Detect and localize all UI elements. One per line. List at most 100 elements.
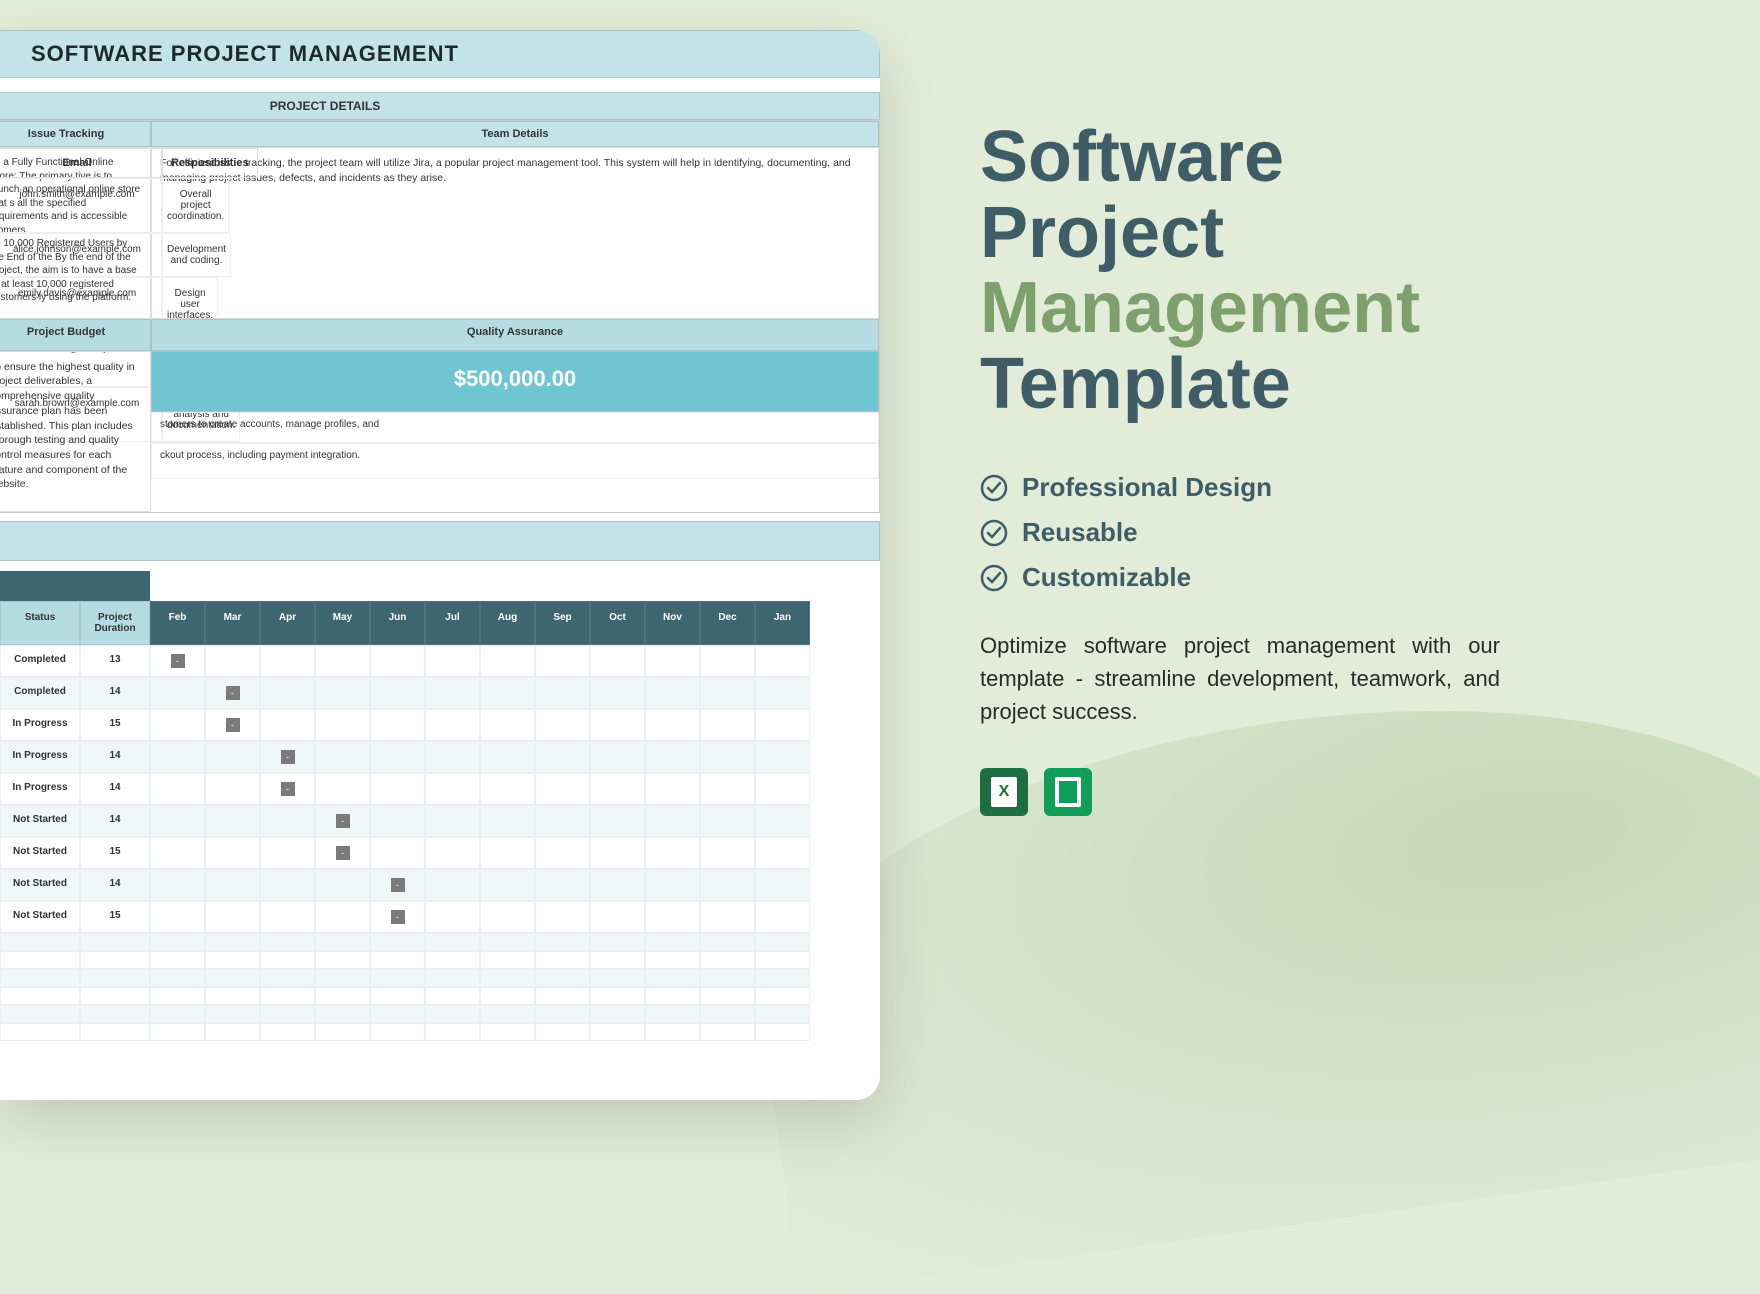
empty-cell [425, 987, 480, 1005]
empty-cell [315, 933, 370, 951]
empty-cell [0, 969, 80, 987]
empty-cell [700, 951, 755, 969]
empty-cell [150, 1023, 205, 1041]
team-col-resp: Resposibilities [162, 148, 258, 178]
gantt-cell [150, 901, 205, 933]
feature-item: Customizable [980, 562, 1680, 593]
check-icon [980, 519, 1008, 547]
empty-cell [535, 933, 590, 951]
empty-cell [150, 1005, 205, 1023]
gantt-cell [480, 709, 535, 741]
gantt-cell [645, 645, 700, 677]
gantt-cell: - [260, 773, 315, 805]
gantt-cell [535, 869, 590, 901]
gantt-cell [370, 805, 425, 837]
gantt-cell [370, 709, 425, 741]
empty-cell [0, 987, 80, 1005]
gantt-cell [205, 901, 260, 933]
gantt-cell: - [150, 645, 205, 677]
empty-cell [150, 933, 205, 951]
empty-cell [315, 1023, 370, 1041]
month-header: Sep [535, 601, 590, 645]
gantt-cell: - [315, 805, 370, 837]
empty-cell [205, 969, 260, 987]
plan-row: Mark Wilson2023-05-012023-05-15Not Start… [0, 805, 880, 837]
gantt-cell [535, 741, 590, 773]
empty-cell [645, 1023, 700, 1041]
gantt-cell [645, 773, 700, 805]
plan-status: In Progress [0, 741, 80, 773]
gantt-cell [700, 869, 755, 901]
gantt-cell [150, 709, 205, 741]
extra-row-3: ckout process, including payment integra… [151, 443, 879, 479]
gantt-cell [700, 741, 755, 773]
empty-cell [205, 1005, 260, 1023]
month-header: Apr [260, 601, 315, 645]
feature-item: Reusable [980, 517, 1680, 548]
plan-duration: 14 [80, 773, 150, 805]
gantt-cell: - [205, 709, 260, 741]
gantt-cell [645, 869, 700, 901]
month-header: Jun [370, 601, 425, 645]
excel-icon [980, 768, 1028, 816]
gantt-cell [480, 645, 535, 677]
gantt-cell [480, 677, 535, 709]
gantt-cell [645, 741, 700, 773]
empty-cell [535, 1005, 590, 1023]
promo-panel: Software Project Management Template Pro… [880, 0, 1760, 1140]
empty-cell [150, 987, 205, 1005]
gantt-cell [370, 677, 425, 709]
team-header: Team Details [151, 121, 879, 147]
gantt-cell [150, 741, 205, 773]
gantt-cell [150, 805, 205, 837]
google-sheets-icon [1044, 768, 1092, 816]
empty-cell [150, 951, 205, 969]
empty-cell [0, 933, 80, 951]
gantt-cell [700, 709, 755, 741]
empty-cell [205, 1023, 260, 1041]
gantt-cell [315, 773, 370, 805]
extra-row-1: stomers to create accounts, manage profi… [151, 412, 879, 443]
plan-column-header: Project Duration [80, 601, 150, 645]
gantt-cell [370, 773, 425, 805]
gantt-cell [315, 901, 370, 933]
empty-cell [205, 987, 260, 1005]
empty-cell [700, 1023, 755, 1041]
plan-row: Alice Johnson2023-03-162023-03-31In Prog… [0, 709, 880, 741]
empty-cell [535, 1023, 590, 1041]
empty-cell [370, 987, 425, 1005]
empty-cell [370, 951, 425, 969]
gantt-cell [645, 901, 700, 933]
gantt-cell [150, 869, 205, 901]
empty-cell [535, 969, 590, 987]
gantt-cell [700, 645, 755, 677]
empty-cell [80, 969, 150, 987]
gantt-cell [260, 709, 315, 741]
gantt-cell [260, 837, 315, 869]
gantt-cell [590, 773, 645, 805]
gantt-cell [480, 901, 535, 933]
gantt-cell [315, 677, 370, 709]
gantt-cell [535, 773, 590, 805]
project-plan-header: OJECT PLAN [0, 571, 150, 601]
plan-duration: 14 [80, 741, 150, 773]
empty-cell [0, 951, 80, 969]
gantt-cell [645, 677, 700, 709]
empty-cell [700, 933, 755, 951]
empty-cell [425, 1005, 480, 1023]
plan-row [0, 951, 880, 969]
budget-header: Project Budget [0, 319, 151, 351]
gantt-cell [425, 773, 480, 805]
month-header: Aug [480, 601, 535, 645]
team-col-email: Email [0, 148, 162, 178]
headline-line-4: Template [980, 347, 1680, 423]
gantt-cell [370, 837, 425, 869]
empty-cell [425, 951, 480, 969]
empty-cell [480, 951, 535, 969]
empty-cell [755, 1005, 810, 1023]
empty-cell [535, 987, 590, 1005]
empty-cell [260, 969, 315, 987]
gantt-cell [535, 805, 590, 837]
team-email: john.smith@example.com [0, 178, 162, 233]
gantt-cell [755, 805, 810, 837]
